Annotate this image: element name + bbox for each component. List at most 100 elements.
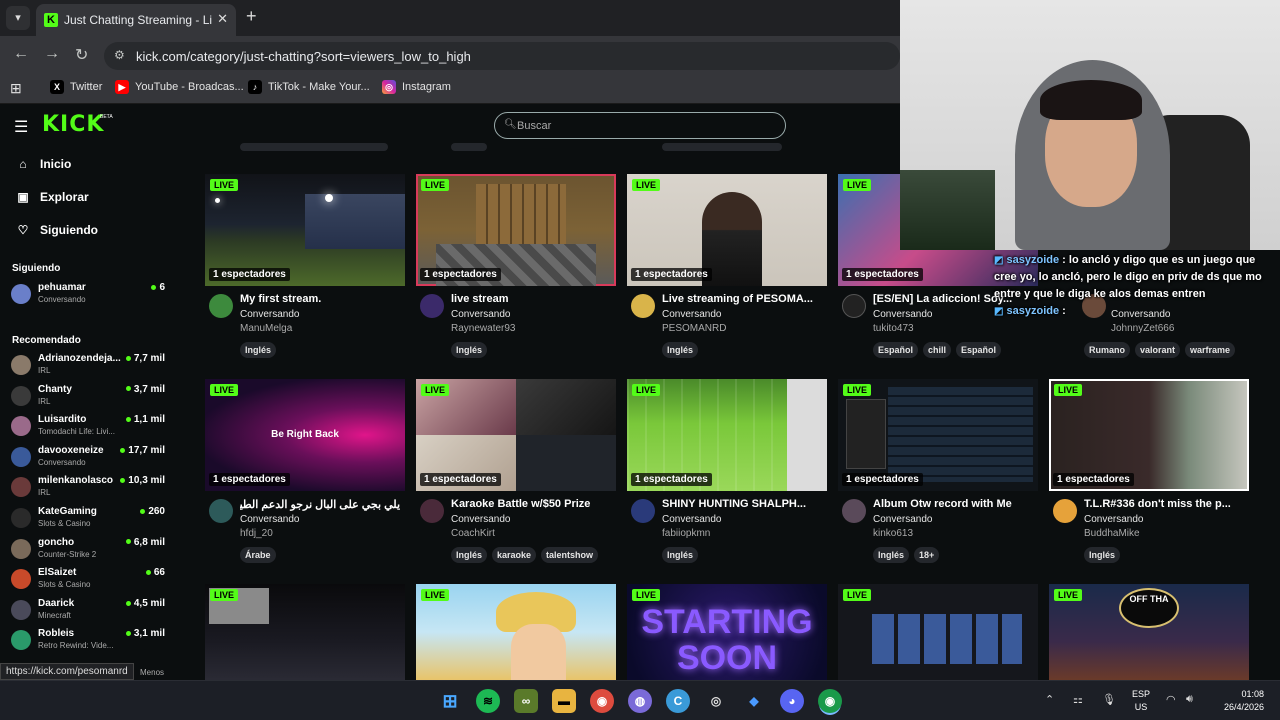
windows-start-icon[interactable]: ⊞ [438,689,462,713]
stream-category[interactable]: Conversando [451,309,510,320]
obs-icon[interactable]: ◎ [704,689,728,713]
streamer-name[interactable]: fabiiopkmn [662,528,710,539]
tag[interactable]: Español [956,342,1002,358]
tag[interactable]: Inglés [873,547,910,563]
streamer-name[interactable]: ManuMelga [240,323,292,334]
search-input[interactable]: 🔍︎ Buscar [494,112,786,139]
tag[interactable]: talentshow [541,547,599,563]
tag[interactable]: Inglés [451,342,488,358]
channel-item[interactable]: Chanty IRL 3,7 mil [11,384,169,412]
stream-title[interactable]: live stream [451,293,616,305]
stream-thumbnail[interactable]: LIVE 1 espectadores [416,174,616,286]
channel-item[interactable]: goncho Counter-Strike 2 6,8 mil [11,537,169,565]
channel-item[interactable]: KateGaming Slots & Casino 260 [11,506,169,534]
avatar[interactable] [842,499,866,523]
channel-item[interactable]: Luisardito Tomodachi Life: Livi... 1,1 mil [11,414,169,442]
tag[interactable]: Inglés [1084,547,1121,563]
stream-title[interactable]: Karaoke Battle w/$50 Prize [451,498,616,510]
tag[interactable]: karaoke [492,547,537,563]
stream-category[interactable]: Conversando [451,514,510,525]
stream-thumbnail[interactable]: LIVE 1 espectadores [627,174,827,286]
stream-thumbnail[interactable]: Be Right Back LIVE 1 espectadores [205,379,405,491]
stream-thumbnail[interactable]: LIVE 1 espectadores [205,174,405,286]
avatar[interactable] [420,294,444,318]
stream-thumbnail[interactable]: LIVE [838,584,1038,680]
stream-category[interactable]: Conversando [873,309,932,320]
streamer-name[interactable]: CoachKirt [451,528,495,539]
avatar[interactable] [631,499,655,523]
close-tab-icon[interactable]: ✕ [217,11,228,27]
channel-item[interactable]: Robleis Retro Rewind: Vide... 3,1 mil [11,628,169,656]
avatar[interactable] [209,499,233,523]
discord-icon[interactable]: ◕ [780,689,804,713]
tag[interactable]: valorant [1135,342,1181,358]
stream-thumbnail[interactable]: LIVE [416,584,616,680]
bookmark-youtube[interactable]: ▶ YouTube - Broadcas... [115,80,244,94]
stream-thumbnail[interactable]: LIVE 1 espectadores [627,379,827,491]
avatar[interactable] [842,294,866,318]
tag[interactable]: Inglés [451,547,488,563]
tray-app-icon[interactable]: ⚏ [1073,693,1083,706]
avatar[interactable] [420,499,444,523]
streamer-name[interactable]: hfdj_20 [240,528,273,539]
tag[interactable]: warframe [1185,342,1236,358]
stream-thumbnail[interactable]: LIVE [205,584,405,680]
stream-thumbnail[interactable]: LIVE 1 espectadores [838,379,1038,491]
tag[interactable]: 18+ [914,547,940,563]
avatar[interactable] [1053,499,1077,523]
language-indicator[interactable]: ESP US [1132,688,1150,714]
stream-thumbnail[interactable]: STARTING SOON LIVE [627,584,827,680]
tag[interactable]: Árabe [240,547,276,563]
bookmark-twitter[interactable]: X Twitter [50,80,102,94]
media-app-icon[interactable]: ∞ [514,689,538,713]
channel-item[interactable]: ElSaizet Slots & Casino 66 [11,567,169,595]
microphone-icon[interactable]: 🎙︎ [1102,693,1116,706]
chrome-icon[interactable]: ◉ [590,689,614,713]
wifi-icon[interactable]: ◠ [1166,693,1176,706]
nav-explore[interactable]: ▣ Explorar [16,190,88,204]
tag[interactable]: Inglés [662,547,699,563]
nav-following[interactable]: ♡ Siguiendo [16,223,98,237]
spotify-icon[interactable]: ≋ [476,689,500,713]
stream-title[interactable]: Album Otw record with Me [873,498,1038,510]
forward-icon[interactable]: → [44,45,60,63]
file-explorer-icon[interactable]: ▬ [552,689,576,713]
chat-app-icon[interactable]: ◍ [628,689,652,713]
nav-home[interactable]: ⌂ Inicio [16,157,71,171]
streamer-name[interactable]: BuddhaMike [1084,528,1140,539]
site-info-icon[interactable]: ⚙ [114,48,125,62]
bookmark-instagram[interactable]: ◎ Instagram [382,80,451,94]
stream-category[interactable]: Conversando [1084,514,1143,525]
streamer-name[interactable]: JohnnyZet666 [1111,323,1174,334]
streamer-name[interactable]: PESOMANRD [662,323,726,334]
stream-title[interactable]: يلي بجي على البال نرجو الدعم الطيف... [240,498,400,511]
channel-item[interactable]: pehuamar Conversando 6 [11,282,169,310]
stream-title[interactable]: My first stream. [240,293,405,305]
bookmark-tiktok[interactable]: ♪ TikTok - Make Your... [248,80,370,94]
system-clock[interactable]: 01:08 26/4/2026 [1218,688,1264,714]
back-icon[interactable]: ← [13,45,29,63]
kick-logo[interactable]: KICK [42,112,104,137]
show-less-link[interactable]: Menos [140,668,164,677]
avatar[interactable] [209,294,233,318]
channel-item[interactable]: davooxeneize Conversando 17,7 mil [11,445,169,473]
new-tab-button[interactable]: + [246,6,257,27]
stream-category[interactable]: Conversando [240,309,299,320]
streamer-name[interactable]: kinko613 [873,528,913,539]
c-app-icon[interactable]: C [666,689,690,713]
stream-category[interactable]: Conversando [240,514,299,525]
chrome-active-icon[interactable]: ◉ [818,689,842,713]
tag[interactable]: Español [873,342,919,358]
avatar[interactable] [631,294,655,318]
stream-category[interactable]: Conversando [873,514,932,525]
channel-item[interactable]: Daarick Minecraft 4,5 mil [11,598,169,626]
stream-title[interactable]: SHINY HUNTING SHALPH... [662,498,827,510]
stream-category[interactable]: Conversando [662,514,721,525]
stream-thumbnail[interactable]: OFF THA LIVE [1049,584,1249,680]
volume-icon[interactable]: 🔊︎ [1186,693,1193,706]
stream-thumbnail[interactable]: LIVE 1 espectadores [1049,379,1249,491]
stream-title[interactable]: T.L.R#336 don't miss the p... [1084,498,1249,510]
stream-title[interactable]: Live streaming of PESOMA... [662,293,827,305]
stream-category[interactable]: Conversando [662,309,721,320]
tray-chevron-icon[interactable]: ⌃ [1045,693,1054,706]
